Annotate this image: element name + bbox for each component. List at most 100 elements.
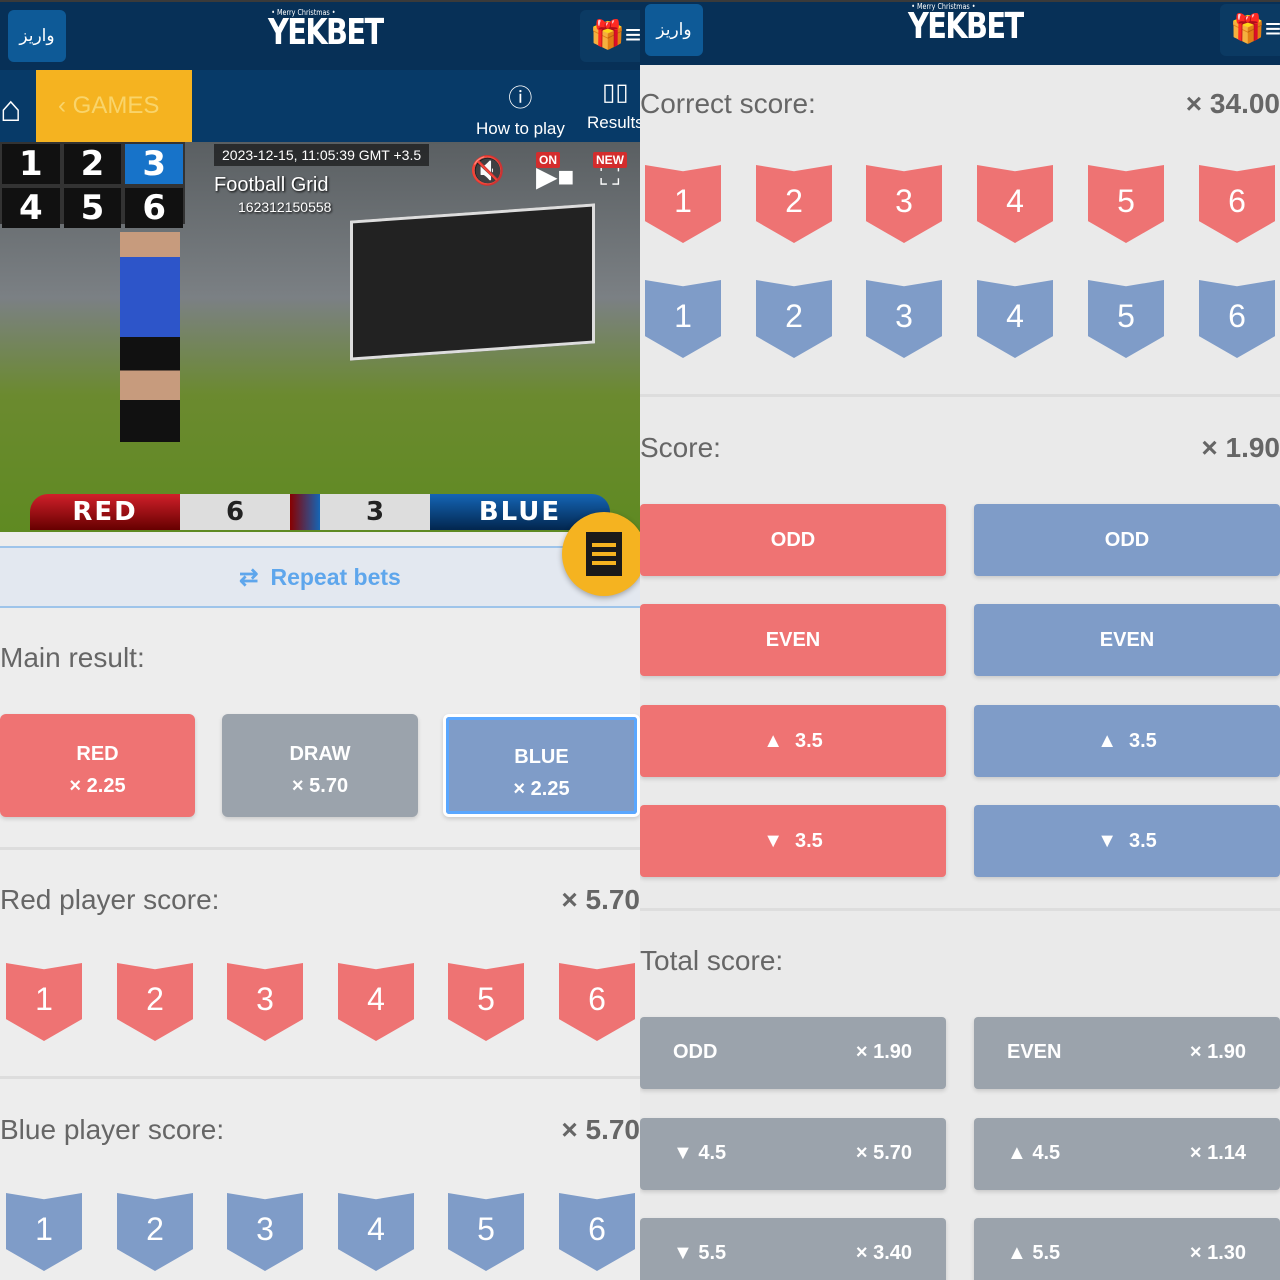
menu-icon: ≡ bbox=[1264, 13, 1280, 44]
correct-score-odds: × 34.00 bbox=[1185, 88, 1280, 119]
bet-draw-button[interactable]: DRAW × 5.70 bbox=[222, 714, 418, 817]
score-shield-button[interactable]: 1 bbox=[6, 1193, 82, 1271]
option-name: DRAW bbox=[289, 743, 351, 765]
on-badge: ON bbox=[536, 152, 560, 168]
game-name: Football Grid bbox=[214, 174, 329, 196]
score-shield-button[interactable]: 5 bbox=[448, 1193, 524, 1271]
gift-menu-button[interactable]: 🎁≡ bbox=[1220, 4, 1280, 56]
gift-icon: 🎁 bbox=[1230, 13, 1265, 44]
blue-score-button[interactable]: ▲ 3.5 bbox=[974, 705, 1280, 777]
scoreboard: RED 6 3 BLUE bbox=[30, 494, 610, 530]
score-shield-button[interactable]: 4 bbox=[338, 963, 414, 1041]
red-score-button[interactable]: EVEN bbox=[640, 604, 946, 676]
score-shield-button[interactable]: 1 bbox=[645, 165, 721, 243]
grid-cell: 4 bbox=[2, 188, 60, 228]
score-shield-button[interactable]: 3 bbox=[227, 1193, 303, 1271]
blue-player-score-options: 123456 bbox=[0, 1193, 640, 1273]
grid-cell: 5 bbox=[63, 188, 122, 228]
games-back-button[interactable]: ‹ GAMES bbox=[36, 70, 192, 142]
blue-score-button[interactable]: EVEN bbox=[974, 604, 1280, 676]
game-nav: ⌂ ‹ GAMES ⓘ How to play ▯▯ Results bbox=[0, 70, 640, 142]
deposit-button[interactable]: واریز bbox=[8, 10, 66, 62]
score-shield-button[interactable]: 2 bbox=[117, 963, 193, 1041]
score-shield-button[interactable]: 4 bbox=[338, 1193, 414, 1271]
right-panel: واریز • Merry Christmas • YEKBET 🎁≡ Corre… bbox=[640, 0, 1280, 1280]
button-odds: × 5.70 bbox=[855, 1142, 912, 1164]
correct-score-label: Correct score: bbox=[640, 88, 816, 119]
red-score-button[interactable]: ▼ 3.5 bbox=[640, 805, 946, 877]
bet-blue-button[interactable]: BLUE × 2.25 bbox=[443, 714, 640, 817]
button-label: 3.5 bbox=[794, 829, 823, 852]
total-score-button[interactable]: ▼ 5.5 × 3.40 bbox=[640, 1218, 946, 1280]
results-button[interactable]: ▯▯ Results bbox=[587, 78, 640, 133]
games-label: GAMES bbox=[72, 92, 160, 119]
option-name: RED bbox=[76, 743, 119, 765]
receipt-icon bbox=[586, 532, 622, 576]
button-odds: × 1.90 bbox=[1189, 1041, 1246, 1063]
gift-icon: 🎁 bbox=[590, 19, 625, 50]
logo-subtitle: • Merry Christmas • bbox=[271, 8, 336, 17]
home-icon[interactable]: ⌂ bbox=[0, 88, 22, 130]
mute-icon[interactable]: 🔇 bbox=[470, 154, 505, 187]
score-shield-button[interactable]: 3 bbox=[866, 280, 942, 358]
red-score-button[interactable]: ODD bbox=[640, 504, 946, 576]
option-odds: × 5.70 bbox=[291, 775, 349, 797]
button-odds: × 1.30 bbox=[1189, 1242, 1246, 1264]
player-figure bbox=[120, 232, 180, 442]
menu-icon: ≡ bbox=[624, 19, 640, 50]
total-score-button[interactable]: ▲ 5.5 × 1.30 bbox=[974, 1218, 1280, 1280]
score-shield-button[interactable]: 6 bbox=[559, 963, 635, 1041]
how-to-play-button[interactable]: ⓘ How to play bbox=[476, 78, 565, 139]
deposit-button[interactable]: واریز bbox=[645, 4, 703, 56]
score-shield-button[interactable]: 2 bbox=[756, 165, 832, 243]
red-player-score-options: 123456 bbox=[0, 963, 640, 1043]
score-grid: 123 456 bbox=[0, 142, 185, 228]
correct-score-red-options: 123456 bbox=[640, 165, 1280, 245]
total-score-button[interactable]: ▼ 4.5 × 5.70 bbox=[640, 1118, 946, 1190]
score-shield-button[interactable]: 6 bbox=[559, 1193, 635, 1271]
score-shield-button[interactable]: 1 bbox=[645, 280, 721, 358]
total-score-button[interactable]: EVEN × 1.90 bbox=[974, 1017, 1280, 1089]
logo[interactable]: • Merry Christmas • YEKBET bbox=[908, 2, 1024, 54]
divider bbox=[0, 847, 640, 850]
live-video[interactable]: 123456 2023-12-15, 11:05:39 GMT +3.5 Foo… bbox=[0, 142, 640, 532]
score-shield-button[interactable]: 4 bbox=[977, 165, 1053, 243]
main-result-label: Main result: bbox=[0, 642, 145, 673]
left-panel: واریز • Merry Christmas • YEKBET 🎁≡ ⌂ ‹ G… bbox=[0, 0, 640, 1280]
logo-subtitle: • Merry Christmas • bbox=[911, 2, 976, 11]
score-shield-button[interactable]: 5 bbox=[1088, 280, 1164, 358]
score-shield-button[interactable]: 6 bbox=[1199, 165, 1275, 243]
blue-score-button[interactable]: ODD bbox=[974, 504, 1280, 576]
score-shield-button[interactable]: 4 bbox=[977, 280, 1053, 358]
red-score-button[interactable]: ▲ 3.5 bbox=[640, 705, 946, 777]
top-header: واریز • Merry Christmas • YEKBET 🎁≡ bbox=[640, 0, 1280, 65]
option-odds: × 2.25 bbox=[513, 778, 570, 800]
score-shield-button[interactable]: 3 bbox=[227, 963, 303, 1041]
score-shield-button[interactable]: 6 bbox=[1199, 280, 1275, 358]
score-shield-button[interactable]: 3 bbox=[866, 165, 942, 243]
score-shield-button[interactable]: 5 bbox=[1088, 165, 1164, 243]
score-shield-button[interactable]: 5 bbox=[448, 963, 524, 1041]
red-player-score-odds: × 5.70 bbox=[561, 884, 640, 915]
gift-menu-button[interactable]: 🎁≡ bbox=[580, 10, 640, 62]
score-shield-button[interactable]: 1 bbox=[6, 963, 82, 1041]
button-label: 3.5 bbox=[794, 729, 823, 752]
button-label: ODD bbox=[770, 528, 816, 551]
button-label: ▲ 4.5 bbox=[1007, 1142, 1061, 1164]
total-score-button[interactable]: ▲ 4.5 × 1.14 bbox=[974, 1118, 1280, 1190]
score-shield-button[interactable]: 2 bbox=[117, 1193, 193, 1271]
new-badge: NEW bbox=[593, 152, 627, 168]
blue-team-score: 3 bbox=[320, 494, 430, 530]
repeat-bets-button[interactable]: ⇄ Repeat bets bbox=[0, 546, 640, 608]
score-odds: × 1.90 bbox=[1201, 432, 1280, 463]
chevron-left-icon: ‹ bbox=[58, 92, 73, 119]
blue-player-score-label: Blue player score: bbox=[0, 1114, 225, 1145]
blue-score-button[interactable]: ▼ 3.5 bbox=[974, 805, 1280, 877]
score-shield-button[interactable]: 2 bbox=[756, 280, 832, 358]
total-score-button[interactable]: ODD × 1.90 bbox=[640, 1017, 946, 1089]
bet-slip-button[interactable] bbox=[562, 512, 640, 596]
logo-text: YEKBET bbox=[908, 6, 1024, 47]
bet-red-button[interactable]: RED × 2.25 bbox=[0, 714, 195, 817]
logo[interactable]: • Merry Christmas • YEKBET bbox=[268, 8, 384, 60]
repeat-bets-label: Repeat bets bbox=[270, 563, 401, 590]
